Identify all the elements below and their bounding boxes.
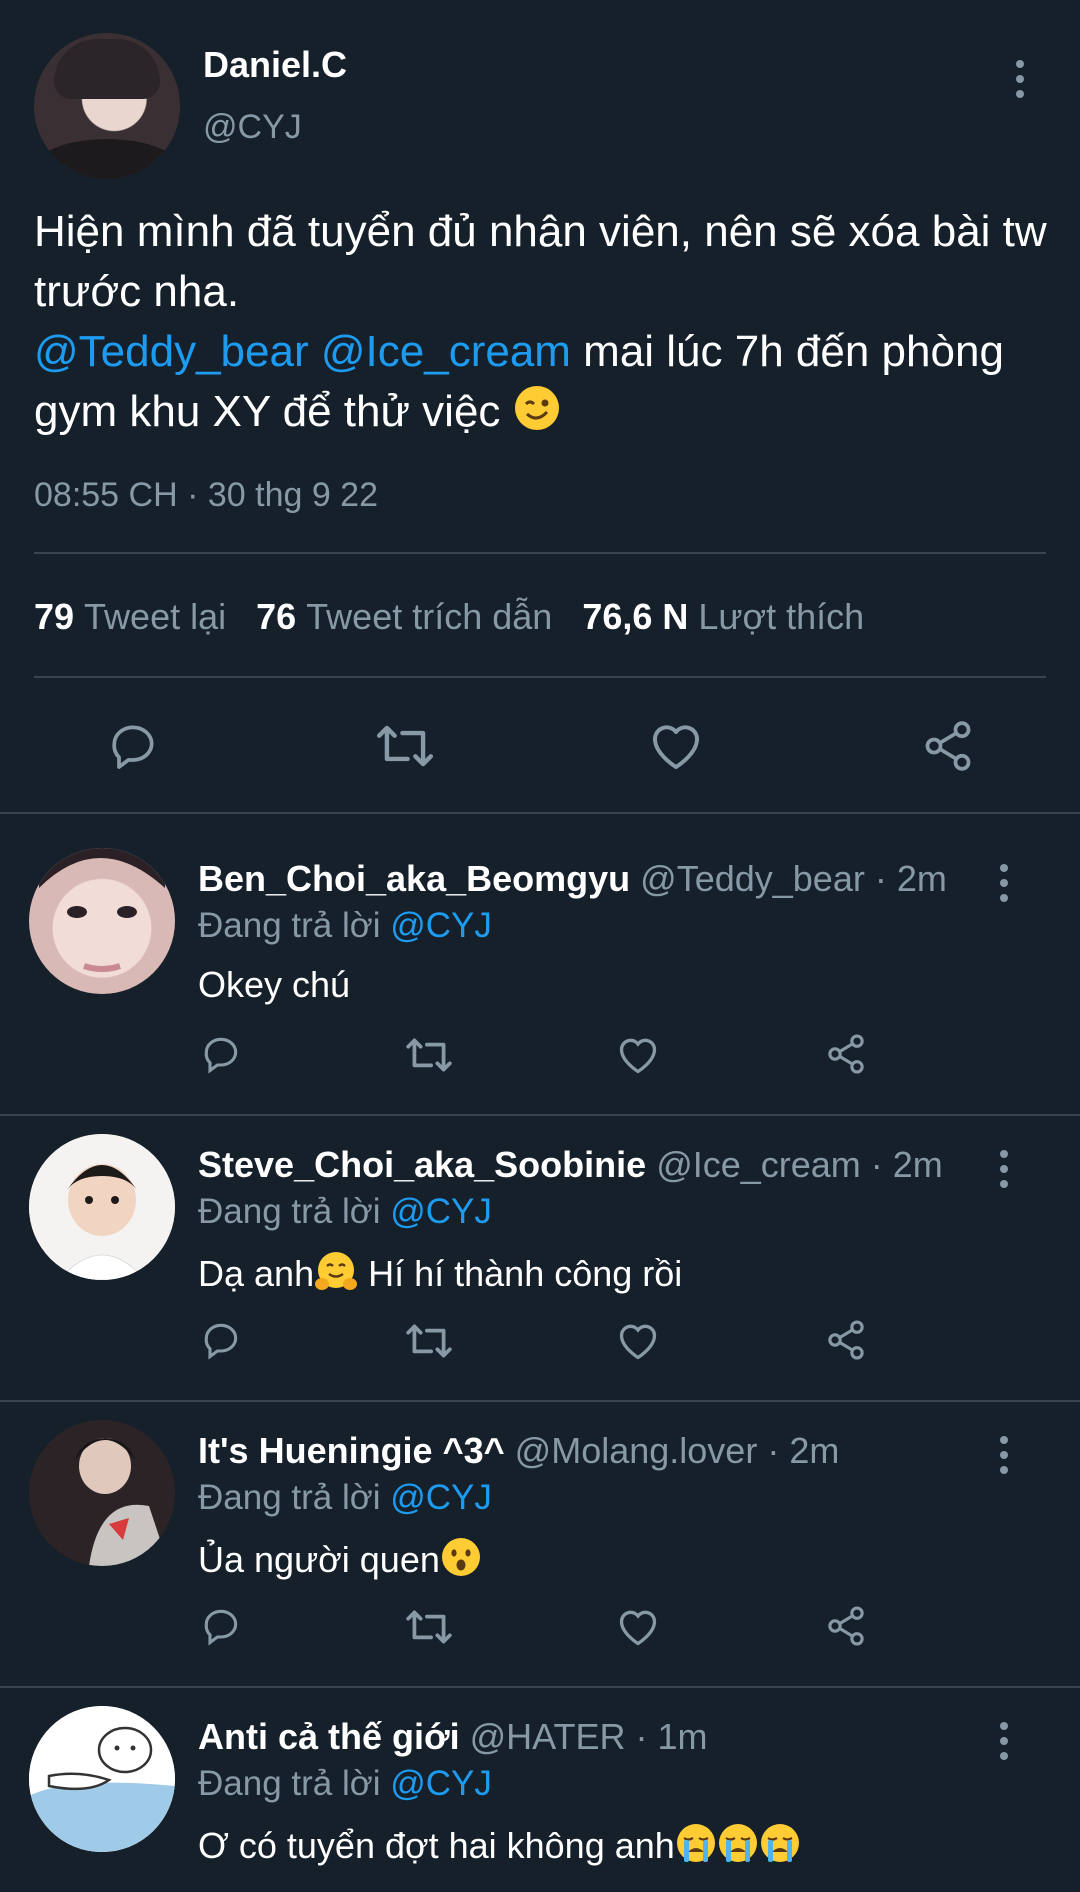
mention-link[interactable]: @Ice_cream: [321, 327, 571, 376]
divider: [34, 676, 1046, 678]
surprised-emoji-icon: [441, 1538, 480, 1576]
share-icon[interactable]: [824, 1032, 868, 1076]
replying-label: Đang trả lời: [198, 1764, 391, 1803]
reply-author-name[interactable]: Anti cả thế giới: [198, 1716, 460, 1757]
more-vertical-icon[interactable]: [992, 1150, 1016, 1190]
replying-to: Đang trả lời @CYJ: [198, 1764, 492, 1804]
replying-to: Đang trả lời @CYJ: [198, 906, 492, 946]
reply-tweet[interactable]: Steve_Choi_aka_Soobinie @Ice_cream · 2m …: [0, 1100, 1080, 1400]
heart-icon[interactable]: [616, 1320, 660, 1362]
replying-label: Đang trả lời: [198, 1192, 391, 1231]
wink-emoji-icon: [514, 386, 559, 430]
reply-author-handle[interactable]: @Ice_cream · 2m: [656, 1144, 943, 1185]
heart-icon[interactable]: [616, 1606, 660, 1648]
more-vertical-icon[interactable]: [1008, 60, 1032, 100]
reply-tweet[interactable]: Anti cả thế giới @HATER · 1m Đang trả lờ…: [0, 1672, 1080, 1892]
tweet-text: Hiện mình đã tuyển đủ nhân viên, nên sẽ …: [34, 202, 1054, 442]
more-vertical-icon[interactable]: [992, 864, 1016, 904]
reply-icon[interactable]: [104, 718, 162, 774]
reply-author-handle[interactable]: @Teddy_bear · 2m: [640, 858, 947, 899]
share-icon[interactable]: [824, 1318, 868, 1362]
more-vertical-icon[interactable]: [992, 1436, 1016, 1476]
avatar[interactable]: [29, 848, 175, 994]
heart-icon[interactable]: [616, 1034, 660, 1076]
retweet-icon[interactable]: [404, 1034, 454, 1076]
reply-text: Ơ có tuyển đợt hai không anh: [198, 1822, 801, 1867]
reply-author-name[interactable]: It's Hueningie ^3^: [198, 1430, 505, 1471]
reply-tweet[interactable]: Ben_Choi_aka_Beomgyu @Teddy_bear · 2m Đa…: [0, 814, 1080, 1114]
crying-emoji-icon: [760, 1824, 799, 1862]
replying-label: Đang trả lời: [198, 1478, 391, 1517]
retweet-icon[interactable]: [404, 1606, 454, 1648]
crying-emoji-icon: [718, 1824, 757, 1862]
reply-header: Ben_Choi_aka_Beomgyu @Teddy_bear · 2m: [198, 858, 947, 900]
reply-icon[interactable]: [198, 1032, 244, 1076]
quote-label[interactable]: Tweet trích dẫn: [306, 596, 552, 637]
reply-text: Dạ anh Hí hí thành công rồi: [198, 1250, 682, 1295]
reply-icon[interactable]: [198, 1318, 244, 1362]
avatar[interactable]: [34, 33, 180, 179]
reply-text-part: Ơ có tuyển đợt hai không anh: [198, 1825, 675, 1866]
tweet-text-line: Hiện mình đã tuyển đủ nhân viên, nên sẽ …: [34, 207, 1047, 316]
mention-link[interactable]: @Teddy_bear: [34, 327, 309, 376]
tweet-stats: 79 Tweet lại 76 Tweet trích dẫn 76,6 N Lượt t…: [34, 596, 894, 638]
like-label[interactable]: Lượt thích: [698, 596, 864, 637]
crying-emoji-icon: [676, 1824, 715, 1862]
quote-count[interactable]: 76: [256, 596, 296, 637]
hugging-emoji-icon: [315, 1252, 358, 1290]
share-icon[interactable]: [824, 1604, 868, 1648]
reply-tweet[interactable]: It's Hueningie ^3^ @Molang.lover · 2m Đa…: [0, 1386, 1080, 1686]
reply-author-name[interactable]: Steve_Choi_aka_Soobinie: [198, 1144, 646, 1185]
replying-label: Đang trả lời: [198, 906, 391, 945]
author-name[interactable]: Daniel.C: [203, 44, 347, 86]
avatar[interactable]: [29, 1134, 175, 1280]
reply-author-name[interactable]: Ben_Choi_aka_Beomgyu: [198, 858, 630, 899]
reply-icon[interactable]: [198, 1604, 244, 1648]
reply-text-part: Dạ anh: [198, 1253, 315, 1294]
reply-text-part: Ủa người quen: [198, 1539, 440, 1580]
mention-link[interactable]: @CYJ: [390, 1764, 492, 1803]
mention-link[interactable]: @CYJ: [390, 1478, 492, 1517]
reply-text: Ủa người quen: [198, 1536, 482, 1581]
heart-icon[interactable]: [648, 720, 704, 772]
mention-link[interactable]: @CYJ: [390, 1192, 492, 1231]
main-tweet: Daniel.C @CYJ Hiện mình đã tuyển đủ nhân…: [0, 0, 1080, 812]
more-vertical-icon[interactable]: [992, 1722, 1016, 1762]
like-count[interactable]: 76,6 N: [582, 596, 688, 637]
divider: [34, 552, 1046, 554]
avatar[interactable]: [29, 1706, 175, 1852]
share-icon[interactable]: [920, 718, 976, 774]
replying-to: Đang trả lời @CYJ: [198, 1478, 492, 1518]
avatar[interactable]: [29, 1420, 175, 1566]
mention-link[interactable]: @CYJ: [390, 906, 492, 945]
reply-author-handle[interactable]: @HATER · 1m: [470, 1716, 708, 1757]
reply-header: Anti cả thế giới @HATER · 1m: [198, 1716, 708, 1758]
retweet-icon[interactable]: [404, 1320, 454, 1362]
author-handle[interactable]: @CYJ: [203, 108, 302, 147]
tweet-timestamp: 08:55 CH · 30 thg 9 22: [34, 476, 379, 514]
retweet-count[interactable]: 79: [34, 596, 74, 637]
retweet-icon[interactable]: [374, 720, 436, 772]
replying-to: Đang trả lời @CYJ: [198, 1192, 492, 1232]
reply-header: Steve_Choi_aka_Soobinie @Ice_cream · 2m: [198, 1144, 943, 1186]
reply-header: It's Hueningie ^3^ @Molang.lover · 2m: [198, 1430, 839, 1472]
retweet-label[interactable]: Tweet lại: [84, 596, 226, 637]
reply-author-handle[interactable]: @Molang.lover · 2m: [515, 1430, 840, 1471]
reply-text: Okey chú: [198, 964, 351, 1005]
reply-text-part: Hí hí thành công rồi: [358, 1253, 683, 1294]
